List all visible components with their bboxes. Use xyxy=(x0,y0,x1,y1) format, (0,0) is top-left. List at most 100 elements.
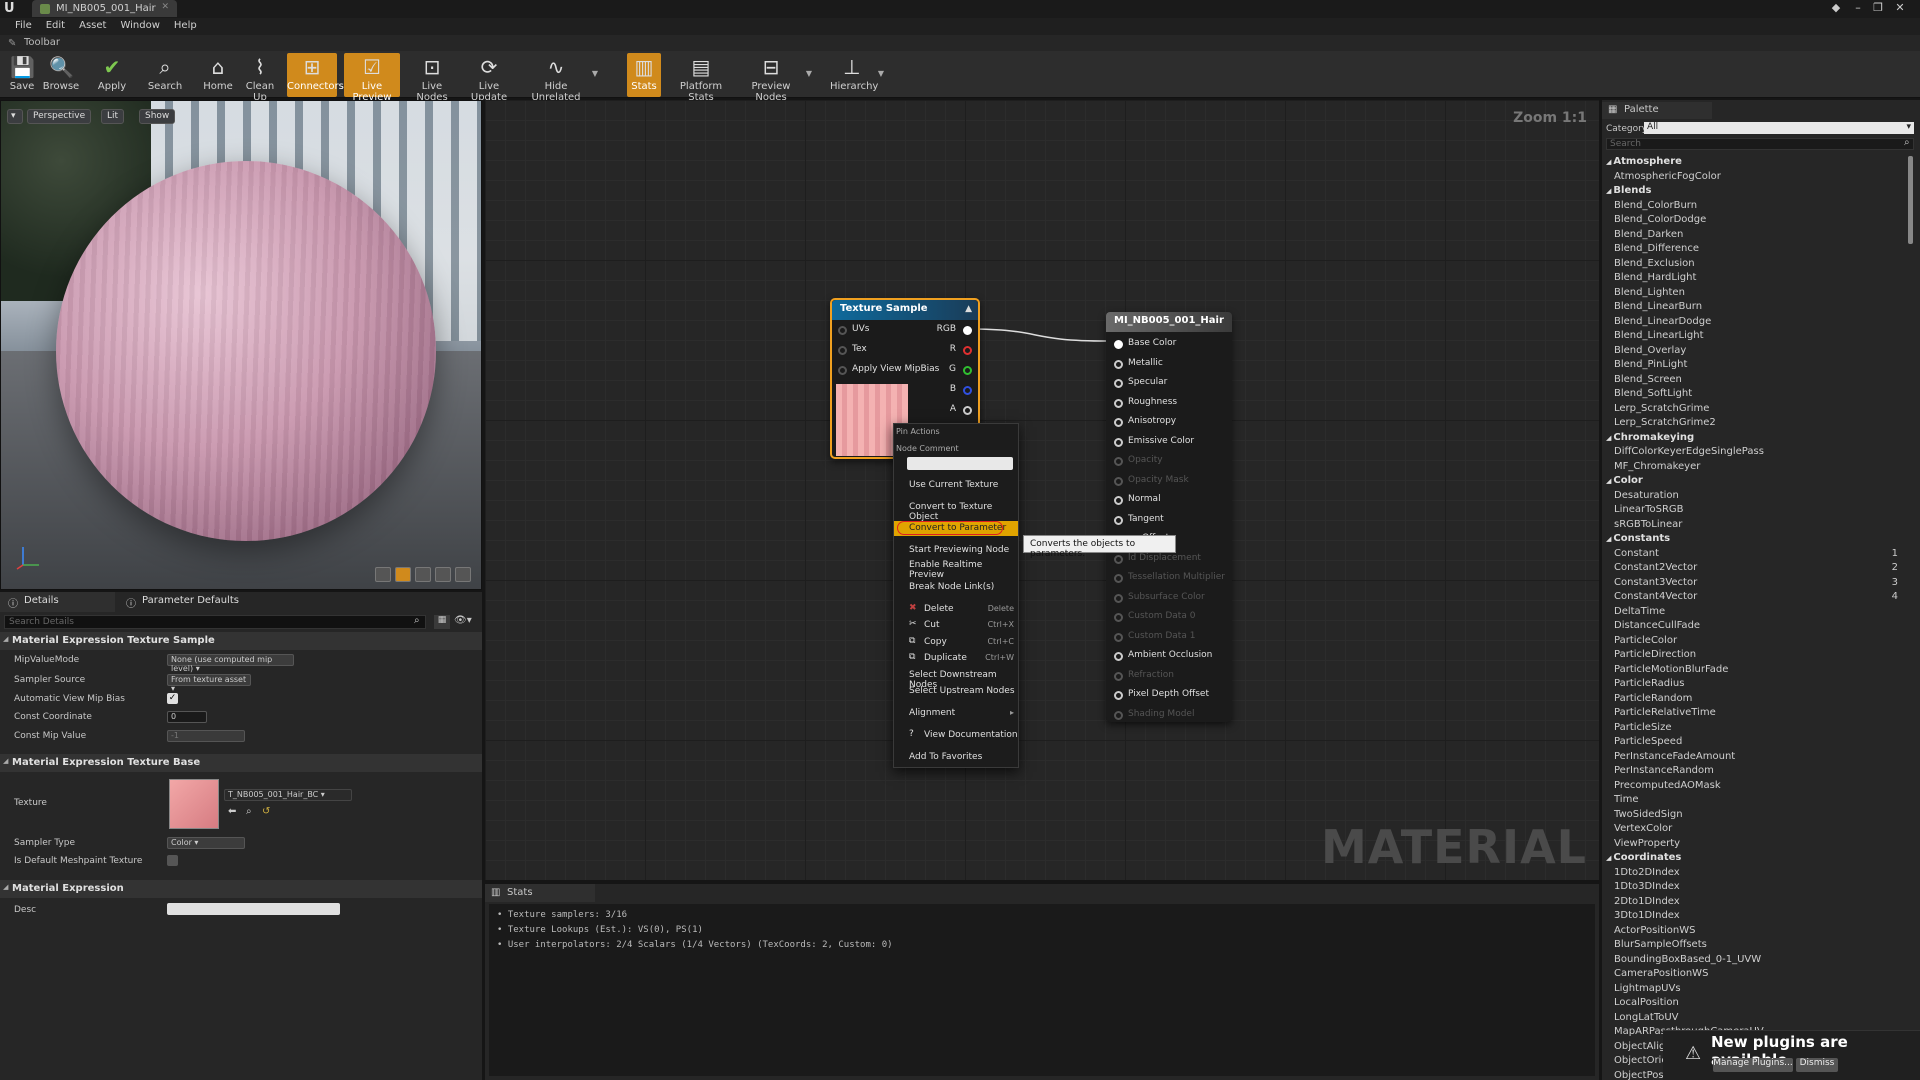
palette-item[interactable]: Blend_HardLight xyxy=(1614,272,1696,283)
palette-item[interactable]: DiffColorKeyerEdgeSinglePass xyxy=(1614,446,1764,457)
menu-break-links[interactable]: Break Node Link(s) xyxy=(894,580,1018,595)
browse-asset-icon[interactable]: ⌕ xyxy=(246,806,252,817)
uvs-pin[interactable] xyxy=(838,326,847,335)
palette-category[interactable]: ◢ Blends xyxy=(1606,185,1651,196)
material-input-pin[interactable] xyxy=(1114,652,1123,661)
palette-category[interactable]: ◢ Chromakeying xyxy=(1606,432,1694,443)
palette-item[interactable]: ParticleRadius xyxy=(1614,678,1684,689)
menu-asset[interactable]: Asset xyxy=(72,18,113,35)
material-input-pin[interactable] xyxy=(1114,340,1123,349)
material-input-pin[interactable] xyxy=(1114,359,1123,369)
manage-plugins-button[interactable]: Manage Plugins... xyxy=(1713,1058,1793,1072)
source-control-icon[interactable]: ◆ xyxy=(1828,1,1844,15)
platform-stats-button[interactable]: ▤ Platform Stats xyxy=(670,53,732,103)
live-preview-button[interactable]: ☑ Live Preview xyxy=(344,53,400,103)
palette-item[interactable]: Blend_ColorBurn xyxy=(1614,200,1697,211)
menu-start-previewing[interactable]: Start Previewing Node xyxy=(894,543,1018,558)
palette-item[interactable]: LongLatToUV xyxy=(1614,1012,1679,1023)
asset-tab[interactable]: MI_NB005_001_Hair ✕ xyxy=(32,0,177,17)
connectors-button[interactable]: ⊞ Connectors xyxy=(287,53,344,97)
palette-item[interactable]: Constant3Vector xyxy=(1614,577,1697,588)
preview-mesh-icon[interactable] xyxy=(455,567,471,582)
palette-category[interactable]: ◢ Atmosphere xyxy=(1606,156,1682,167)
palette-item[interactable]: 2Dto1DIndex xyxy=(1614,896,1680,907)
menu-copy[interactable]: ⧉ Copy Ctrl+C xyxy=(894,635,1018,650)
live-update-button[interactable]: ⟳ Live Update xyxy=(464,53,514,103)
palette-item[interactable]: Blend_Exclusion xyxy=(1614,258,1695,269)
live-nodes-button[interactable]: ⊡ Live Nodes xyxy=(408,53,456,103)
close-window-button[interactable]: ✕ xyxy=(1892,1,1908,15)
section-texture-sample[interactable]: Material Expression Texture Sample xyxy=(0,632,482,650)
palette-item[interactable]: ParticleDirection xyxy=(1614,649,1696,660)
r-pin[interactable] xyxy=(963,346,972,355)
palette-item[interactable]: sRGBToLinear xyxy=(1614,519,1682,530)
sampler-type-dropdown[interactable]: Color ▾ xyxy=(167,837,245,849)
desc-input[interactable] xyxy=(167,903,340,915)
palette-item[interactable]: 3Dto1DIndex xyxy=(1614,910,1680,921)
minimize-button[interactable]: – xyxy=(1850,1,1866,15)
show-button[interactable]: Show xyxy=(139,109,176,124)
grid-view-icon[interactable]: ▦ xyxy=(434,615,450,629)
collapse-icon[interactable]: ▲ xyxy=(965,304,972,314)
palette-item[interactable]: MF_Chromakeyer xyxy=(1614,461,1700,472)
palette-item[interactable]: TwoSidedSign xyxy=(1614,809,1683,820)
menu-enable-realtime[interactable]: Enable Realtime Preview xyxy=(894,558,1018,580)
menu-file[interactable]: File xyxy=(8,18,39,35)
details-search-input[interactable]: Search Details xyxy=(4,615,426,629)
restore-button[interactable]: ❐ xyxy=(1870,1,1886,15)
section-material-expression[interactable]: Material Expression xyxy=(0,880,482,898)
perspective-button[interactable]: Perspective xyxy=(27,109,92,124)
apply-button[interactable]: ✔ Apply xyxy=(94,53,130,97)
palette-item[interactable]: ParticleRelativeTime xyxy=(1614,707,1716,718)
palette-category[interactable]: ◢ Color xyxy=(1606,475,1643,486)
menu-edit[interactable]: Edit xyxy=(39,18,72,35)
palette-item[interactable]: Blend_LinearLight xyxy=(1614,330,1704,341)
menu-use-current-texture[interactable]: Use Current Texture xyxy=(894,478,1018,493)
section-texture-base[interactable]: Material Expression Texture Base xyxy=(0,754,482,772)
material-input-pin[interactable] xyxy=(1114,418,1123,427)
palette-item[interactable]: Lerp_ScratchGrime xyxy=(1614,403,1709,414)
palette-item[interactable]: Lerp_ScratchGrime2 xyxy=(1614,417,1716,428)
palette-item[interactable]: 1Dto2DIndex xyxy=(1614,867,1680,878)
menu-select-upstream[interactable]: Select Upstream Nodes xyxy=(894,684,1018,699)
palette-item[interactable]: PrecomputedAOMask xyxy=(1614,780,1721,791)
eye-icon[interactable]: 👁▾ xyxy=(454,615,472,626)
palette-item[interactable]: ParticleColor xyxy=(1614,635,1677,646)
menu-convert-texture-object[interactable]: Convert to Texture Object xyxy=(894,500,1018,522)
tex-pin[interactable] xyxy=(838,346,847,355)
palette-item[interactable]: Blend_Darken xyxy=(1614,229,1683,240)
save-button[interactable]: 💾 Save xyxy=(4,53,40,97)
palette-item[interactable]: CameraPositionWS xyxy=(1614,968,1708,979)
hide-unrelated-button[interactable]: ∿ Hide Unrelated ▼ xyxy=(524,53,598,103)
preview-cylinder-icon[interactable] xyxy=(375,567,391,582)
const-mip-value-input[interactable]: -1 xyxy=(167,730,245,742)
menu-select-downstream[interactable]: Select Downstream Nodes xyxy=(894,668,1018,690)
material-input-pin[interactable] xyxy=(1114,515,1123,525)
menu-window[interactable]: Window xyxy=(113,18,166,35)
palette-item[interactable]: Blend_LinearBurn xyxy=(1614,301,1702,312)
preview-cube-icon[interactable] xyxy=(435,567,451,582)
palette-item[interactable]: LightmapUVs xyxy=(1614,983,1681,994)
palette-category[interactable]: ◢ Coordinates xyxy=(1606,852,1681,863)
palette-item[interactable]: Constant xyxy=(1614,548,1659,559)
use-selected-icon[interactable]: ⬅ xyxy=(228,806,236,817)
palette-item[interactable]: Blend_Lighten xyxy=(1614,287,1685,298)
chevron-down-icon[interactable]: ▼ xyxy=(592,69,598,78)
menu-convert-to-parameter[interactable]: Convert to Parameter xyxy=(894,521,1018,536)
close-tab-icon[interactable]: ✕ xyxy=(161,2,169,12)
apply-mipbias-pin[interactable] xyxy=(838,366,847,375)
palette-item[interactable]: AtmosphericFogColor xyxy=(1614,171,1721,182)
palette-item[interactable]: ActorPositionWS xyxy=(1614,925,1695,936)
menu-duplicate[interactable]: ⧉ Duplicate Ctrl+W xyxy=(894,651,1018,666)
palette-item[interactable]: ParticleSize xyxy=(1614,722,1671,733)
browse-button[interactable]: 🔍 Browse xyxy=(42,53,80,97)
menu-view-documentation[interactable]: ? View Documentation xyxy=(894,728,1018,743)
meshpaint-checkbox[interactable] xyxy=(167,855,178,866)
b-pin[interactable] xyxy=(963,386,972,395)
material-input-pin[interactable] xyxy=(1114,398,1123,408)
tab-stats[interactable]: ▥ Stats xyxy=(485,884,595,902)
dismiss-button[interactable]: Dismiss xyxy=(1796,1058,1838,1072)
chevron-down-icon[interactable]: ▼ xyxy=(806,69,812,78)
preview-plane-icon[interactable] xyxy=(415,567,431,582)
material-input-pin[interactable] xyxy=(1114,496,1123,505)
